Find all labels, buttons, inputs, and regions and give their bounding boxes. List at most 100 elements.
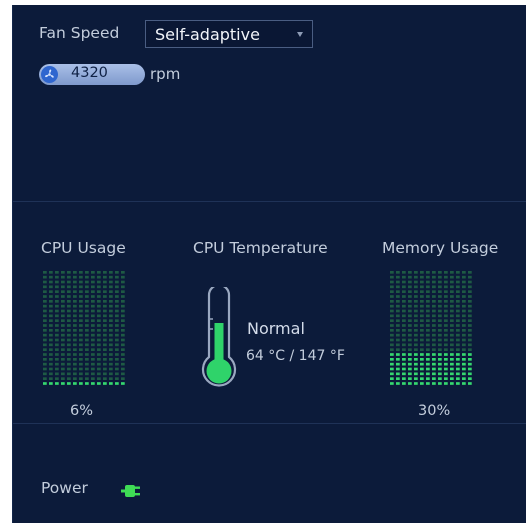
power-label: Power [41,479,88,497]
cpu-usage-meter-cell [109,353,113,356]
memory-usage-meter-cell [444,333,448,337]
cpu-usage-meter-cell [49,295,53,298]
cpu-usage-meter-cell [91,309,95,313]
cpu-usage-meter-cell [115,362,119,366]
memory-usage-meter-cell [432,324,436,327]
cpu-usage-meter-cell [73,295,77,298]
cpu-usage-meter-cell [121,290,125,293]
memory-usage-meter-cell [462,372,466,376]
memory-usage-meter-cell [444,300,448,303]
memory-usage-meter-cell [450,343,454,347]
cpu-usage-meter-cell [73,348,77,351]
cpu-usage-meter-cell [61,377,65,380]
cpu-usage-meter-cell [61,329,65,332]
memory-usage-meter-cell [432,367,436,371]
memory-usage-meter-cell [456,309,460,313]
memory-usage-meter-cell [390,377,394,380]
cpu-usage-meter-cell [91,314,95,318]
cpu-usage-meter-cell [97,309,101,313]
memory-usage-meter-cell [426,358,430,361]
cpu-usage-meter-cell [43,319,47,322]
memory-usage-meter-cell [432,314,436,318]
cpu-usage-meter-cell [61,280,65,284]
memory-usage-meter-cell [444,271,448,274]
memory-usage-meter-cell [390,348,394,351]
cpu-usage-meter-cell [97,304,101,308]
cpu-usage-meter-cell [61,314,65,318]
cpu-usage-meter-cell [61,382,65,385]
memory-usage-meter-cell [450,333,454,337]
cpu-usage-meter [43,271,125,385]
cpu-usage-meter-cell [121,300,125,303]
memory-usage-meter-cell [438,333,442,337]
cpu-usage-meter-cell [85,314,89,318]
memory-usage-meter-cell [450,280,454,284]
cpu-usage-meter-cell [121,362,125,366]
memory-usage-meter-cell [444,372,448,376]
memory-usage-meter-cell [390,314,394,318]
memory-usage-meter-cell [420,280,424,284]
cpu-usage-meter-cell [85,319,89,322]
cpu-usage-meter-cell [97,348,101,351]
memory-usage-meter-cell [408,280,412,284]
memory-usage-meter-cell [468,271,472,274]
cpu-usage-meter-cell [97,367,101,371]
cpu-usage-meter-cell [61,290,65,293]
cpu-usage-meter-cell [91,280,95,284]
memory-usage-meter-cell [462,348,466,351]
cpu-usage-meter-cell [103,362,107,366]
memory-usage-meter-cell [426,348,430,351]
memory-usage-meter-cell [396,362,400,366]
cpu-usage-meter-cell [55,280,59,284]
cpu-usage-meter-cell [67,309,71,313]
memory-usage-meter-cell [438,280,442,284]
memory-usage-meter-cell [426,362,430,366]
memory-usage-meter-cell [450,304,454,308]
memory-usage-meter-cell [462,324,466,327]
cpu-usage-meter-cell [97,372,101,376]
memory-usage-meter-cell [426,271,430,274]
cpu-usage-meter-cell [103,343,107,347]
cpu-usage-meter-cell [109,329,113,332]
cpu-usage-meter-cell [103,358,107,361]
cpu-usage-meter-cell [103,300,107,303]
cpu-usage-meter-cell [55,353,59,356]
cpu-usage-meter-cell [61,367,65,371]
memory-usage-meter-cell [420,353,424,356]
cpu-usage-meter-cell [97,280,101,284]
memory-usage-meter-cell [462,333,466,337]
cpu-usage-meter-cell [43,290,47,293]
cpu-usage-meter-cell [79,324,83,327]
memory-usage-meter-cell [462,338,466,342]
memory-usage-meter-cell [456,329,460,332]
memory-usage-meter-cell [450,372,454,376]
cpu-usage-meter-cell [91,290,95,293]
memory-usage-meter-cell [450,309,454,313]
cpu-usage-meter-cell [43,309,47,313]
memory-usage-meter-cell [432,295,436,298]
cpu-usage-meter-cell [115,372,119,376]
cpu-usage-meter-cell [109,324,113,327]
memory-usage-meter-cell [408,319,412,322]
memory-usage-meter-cell [402,348,406,351]
memory-usage-meter-cell [438,348,442,351]
cpu-usage-meter-cell [79,367,83,371]
memory-usage-meter-cell [408,329,412,332]
cpu-usage-meter-cell [43,300,47,303]
cpu-usage-meter-cell [115,348,119,351]
memory-usage-label: Memory Usage [382,239,499,257]
cpu-usage-meter-cell [115,358,119,361]
memory-usage-meter-cell [450,271,454,274]
cpu-usage-meter-cell [43,362,47,366]
fan-speed-select[interactable]: Self-adaptive [145,20,313,48]
cpu-usage-meter-cell [49,362,53,366]
cpu-usage-meter-cell [85,362,89,366]
cpu-usage-meter-cell [55,377,59,380]
cpu-usage-meter-cell [109,367,113,371]
memory-usage-meter-cell [420,290,424,293]
cpu-usage-meter-cell [109,319,113,322]
cpu-usage-meter-cell [91,377,95,380]
cpu-usage-meter-cell [79,304,83,308]
cpu-temperature-status: Normal [247,319,305,338]
cpu-usage-meter-cell [103,285,107,289]
